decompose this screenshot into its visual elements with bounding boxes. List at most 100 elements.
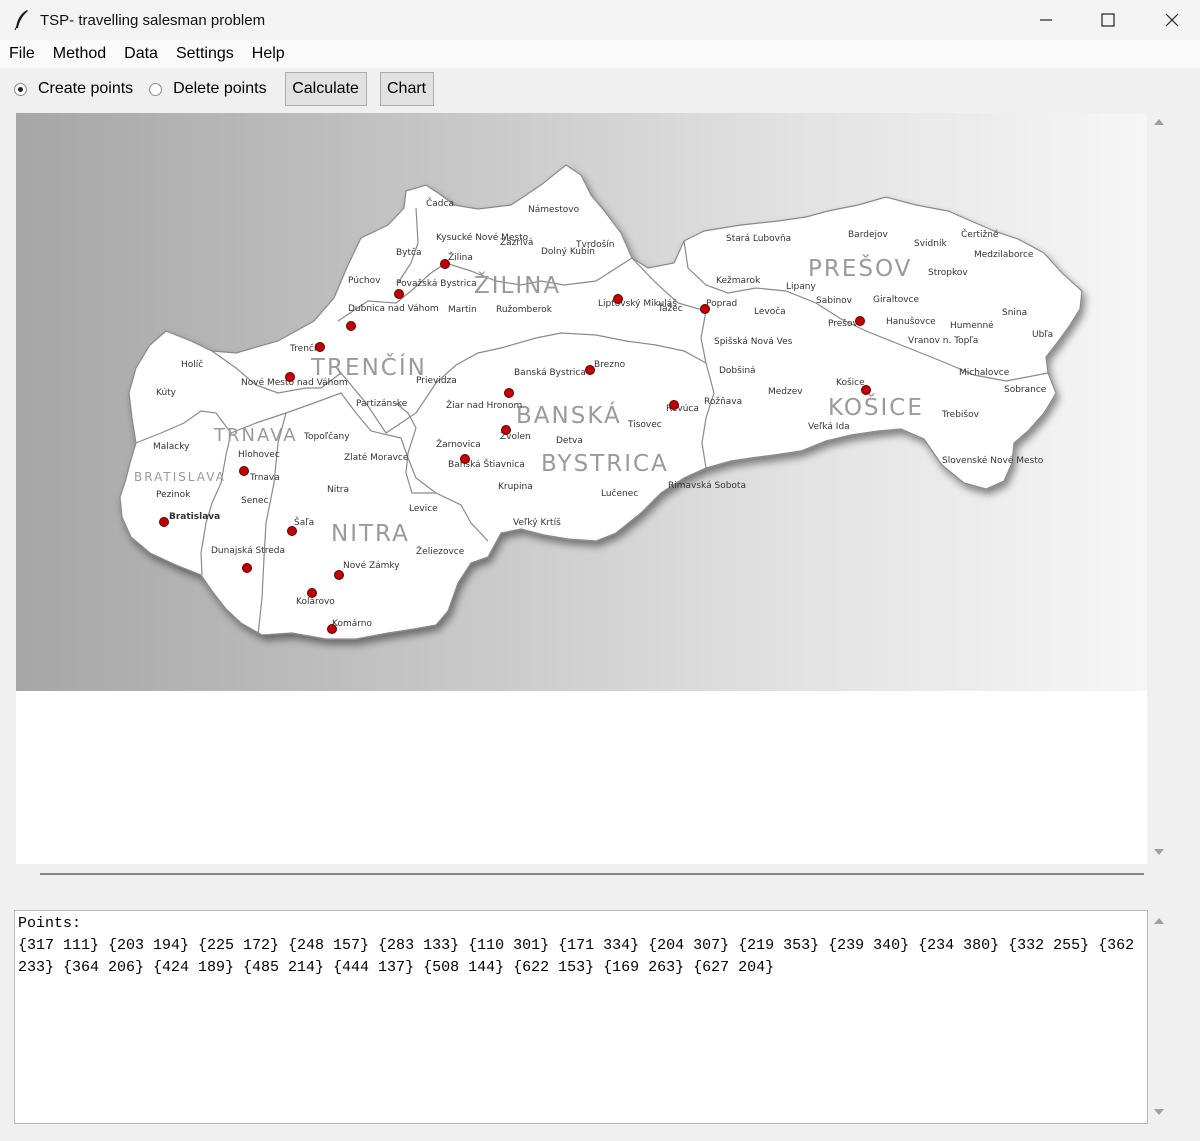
- scroll-down-icon[interactable]: [1153, 847, 1165, 857]
- point-marker[interactable]: [287, 526, 297, 536]
- town-label: Detva: [556, 436, 583, 446]
- town-label: Topoľčany: [303, 431, 350, 442]
- town-label: Banská Štiavnica: [448, 458, 525, 470]
- maximize-button[interactable]: [1076, 0, 1140, 40]
- point-marker[interactable]: [285, 372, 295, 382]
- radio-unchecked-icon: [149, 82, 163, 96]
- town-label: Michalovce: [959, 368, 1010, 378]
- town-label: Žilina: [448, 251, 473, 263]
- town-label: Trnava: [249, 473, 280, 483]
- town-label: Považská Bystrica: [396, 279, 477, 289]
- town-label: Zázrivá: [500, 238, 533, 248]
- town-label: Dubnica nad Váhom: [348, 304, 439, 314]
- scroll-down-icon[interactable]: [1153, 1107, 1165, 1117]
- town-label: Rožňava: [704, 396, 742, 407]
- town-label: Veľká Ida: [808, 422, 850, 432]
- menu-file[interactable]: File: [0, 40, 44, 68]
- points-output-text[interactable]: Points: {317 111} {203 194} {225 172} {2…: [14, 910, 1148, 1124]
- region-banska: BANSKÁ: [516, 401, 622, 429]
- town-label: Brezno: [594, 360, 626, 370]
- canvas-scrollbar[interactable]: [1148, 113, 1170, 864]
- town-label: Bytča: [396, 247, 422, 258]
- town-label: Želiezovce: [416, 545, 465, 557]
- menu-method[interactable]: Method: [44, 40, 115, 68]
- town-label: Zlaté Moravce: [344, 452, 409, 463]
- town-label: Medzev: [768, 387, 803, 397]
- town-label: Partizánske: [356, 399, 408, 409]
- point-marker[interactable]: [242, 563, 252, 573]
- town-label: Holíč: [181, 359, 203, 370]
- scroll-up-icon[interactable]: [1153, 117, 1165, 127]
- region-trencin: TRENČÍN: [310, 353, 427, 381]
- chart-button[interactable]: Chart: [379, 72, 434, 106]
- point-marker[interactable]: [239, 466, 249, 476]
- town-label: Prešov: [828, 318, 859, 329]
- calculate-button[interactable]: Calculate: [284, 72, 367, 106]
- region-nitra: NITRA: [331, 521, 410, 547]
- town-label: Levoča: [754, 306, 786, 317]
- town-label: Stará Ľubovňa: [726, 233, 791, 244]
- town-label: Bratislava: [169, 512, 220, 522]
- close-button[interactable]: [1140, 0, 1200, 40]
- town-label: Pezinok: [156, 490, 191, 500]
- point-marker[interactable]: [159, 517, 169, 527]
- points-list: {317 111} {203 194} {225 172} {248 157} …: [18, 937, 1144, 976]
- town-label: Kolárovo: [296, 597, 335, 607]
- town-label: Lipany: [786, 282, 816, 292]
- minimize-button[interactable]: [1014, 0, 1078, 40]
- town-label: Martin: [448, 305, 477, 315]
- region-kosice: KOŠICE: [828, 393, 924, 421]
- point-marker[interactable]: [861, 385, 871, 395]
- town-label: Slovenské Nové Mesto: [942, 455, 1044, 466]
- town-label: Čadca: [426, 197, 454, 209]
- point-marker[interactable]: [394, 289, 404, 299]
- town-label: Medzilaborce: [974, 250, 1034, 260]
- point-marker[interactable]: [700, 304, 710, 314]
- point-marker[interactable]: [334, 570, 344, 580]
- town-label: Malacky: [153, 442, 190, 452]
- menu-bar: File Method Data Settings Help: [0, 40, 1200, 68]
- point-marker[interactable]: [501, 425, 511, 435]
- point-marker[interactable]: [504, 388, 514, 398]
- slovakia-map: ŽILINA TRENČÍN TRNAVA BRATISLAVA NITRA B…: [16, 113, 1147, 691]
- town-label: Žarnovica: [436, 438, 481, 450]
- create-points-radio[interactable]: Create points: [14, 80, 133, 98]
- point-marker[interactable]: [585, 365, 595, 375]
- delete-points-radio[interactable]: Delete points: [149, 80, 267, 98]
- point-marker[interactable]: [315, 342, 325, 352]
- point-marker[interactable]: [327, 624, 337, 634]
- point-marker[interactable]: [307, 588, 317, 598]
- scroll-up-icon[interactable]: [1153, 916, 1165, 926]
- toolbar: Create points Delete points Calculate Ch…: [0, 68, 1200, 110]
- feather-icon: [14, 10, 28, 31]
- region-trnava: TRNAVA: [213, 425, 298, 446]
- point-marker[interactable]: [460, 454, 470, 464]
- town-label: Ubľa: [1032, 330, 1053, 340]
- point-marker[interactable]: [613, 294, 623, 304]
- map-canvas[interactable]: ŽILINA TRENČÍN TRNAVA BRATISLAVA NITRA B…: [16, 113, 1147, 864]
- menu-help[interactable]: Help: [243, 40, 294, 68]
- town-label: Nové Zámky: [343, 560, 400, 571]
- town-label: Dobšiná: [719, 365, 756, 376]
- town-label: Veľký Krtíš: [513, 517, 561, 528]
- menu-data[interactable]: Data: [115, 40, 167, 68]
- town-label: Dunajská Streda: [211, 546, 285, 556]
- town-label: Kúty: [156, 388, 177, 398]
- town-label: Sabinov: [816, 296, 853, 306]
- output-scrollbar[interactable]: [1148, 910, 1170, 1124]
- point-marker[interactable]: [440, 259, 450, 269]
- window-title: TSP- travelling salesman problem: [40, 11, 266, 29]
- point-marker[interactable]: [669, 400, 679, 410]
- region-zilina: ŽILINA: [474, 271, 561, 299]
- town-label: Poprad: [706, 299, 737, 309]
- point-marker[interactable]: [346, 321, 356, 331]
- town-label: Šaľa: [294, 516, 314, 528]
- point-marker[interactable]: [855, 316, 865, 326]
- town-label: Ružomberok: [496, 305, 553, 315]
- menu-settings[interactable]: Settings: [167, 40, 243, 68]
- town-label: Prievidza: [416, 376, 457, 386]
- title-bar: TSP- travelling salesman problem: [0, 0, 1200, 40]
- pane-sash[interactable]: [40, 873, 1144, 875]
- town-label: Hanušovce: [886, 316, 936, 327]
- town-label: Košice: [836, 377, 865, 388]
